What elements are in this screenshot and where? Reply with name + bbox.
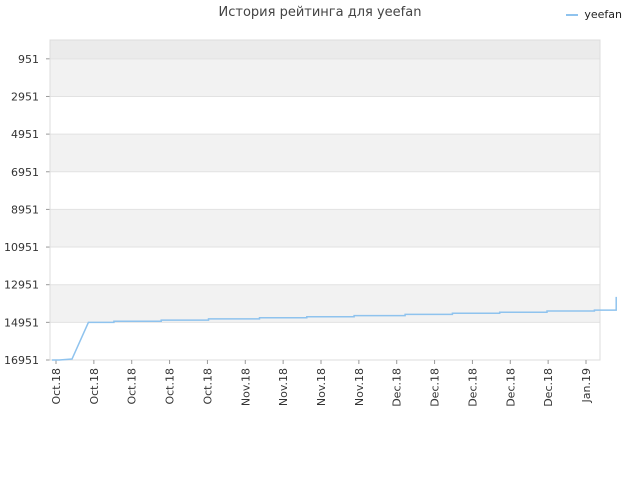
x-tick-label: Jan.19 — [580, 368, 593, 403]
y-tick-label: 951 — [18, 53, 39, 66]
plot-band — [50, 209, 600, 248]
y-tick-label: 10951 — [4, 241, 39, 254]
y-tick-label: 8951 — [11, 203, 39, 216]
y-tick-label: 4951 — [11, 128, 39, 141]
plot-band — [50, 171, 600, 210]
x-tick-label: Nov.18 — [315, 368, 328, 406]
plot-band — [50, 247, 600, 285]
y-tick-label: 14951 — [4, 316, 39, 329]
x-tick-label: Oct.18 — [88, 368, 101, 405]
x-tick-label: Nov.18 — [277, 368, 290, 406]
y-tick-label: 12951 — [4, 279, 39, 292]
x-tick-label: Dec.18 — [504, 368, 517, 407]
x-tick-label: Oct.18 — [201, 368, 214, 405]
y-tick-label: 6951 — [11, 166, 39, 179]
plot-band — [50, 134, 600, 172]
x-tick-label: Dec.18 — [466, 368, 479, 407]
x-tick-label: Dec.18 — [429, 368, 442, 407]
x-tick-label: Nov.18 — [353, 368, 366, 406]
plot-band — [50, 58, 600, 97]
rating-chart: 951 2951 4951 6951 8951 10951 12951 14951 16951 O… — [4, 39, 617, 407]
plot-band — [50, 322, 600, 360]
plot-band-top — [50, 40, 600, 59]
y-tick-label: 2951 — [11, 90, 39, 103]
x-tick-label: Nov.18 — [239, 368, 252, 406]
x-tick-label: Dec.18 — [542, 368, 555, 407]
y-tick-label: 16951 — [4, 354, 39, 367]
x-tick-label: Oct.18 — [126, 368, 139, 405]
x-tick-label: Oct.18 — [50, 368, 63, 405]
plot-band — [50, 96, 600, 135]
x-tick-label: Dec.18 — [391, 368, 404, 407]
x-tick-label: Oct.18 — [164, 368, 177, 405]
